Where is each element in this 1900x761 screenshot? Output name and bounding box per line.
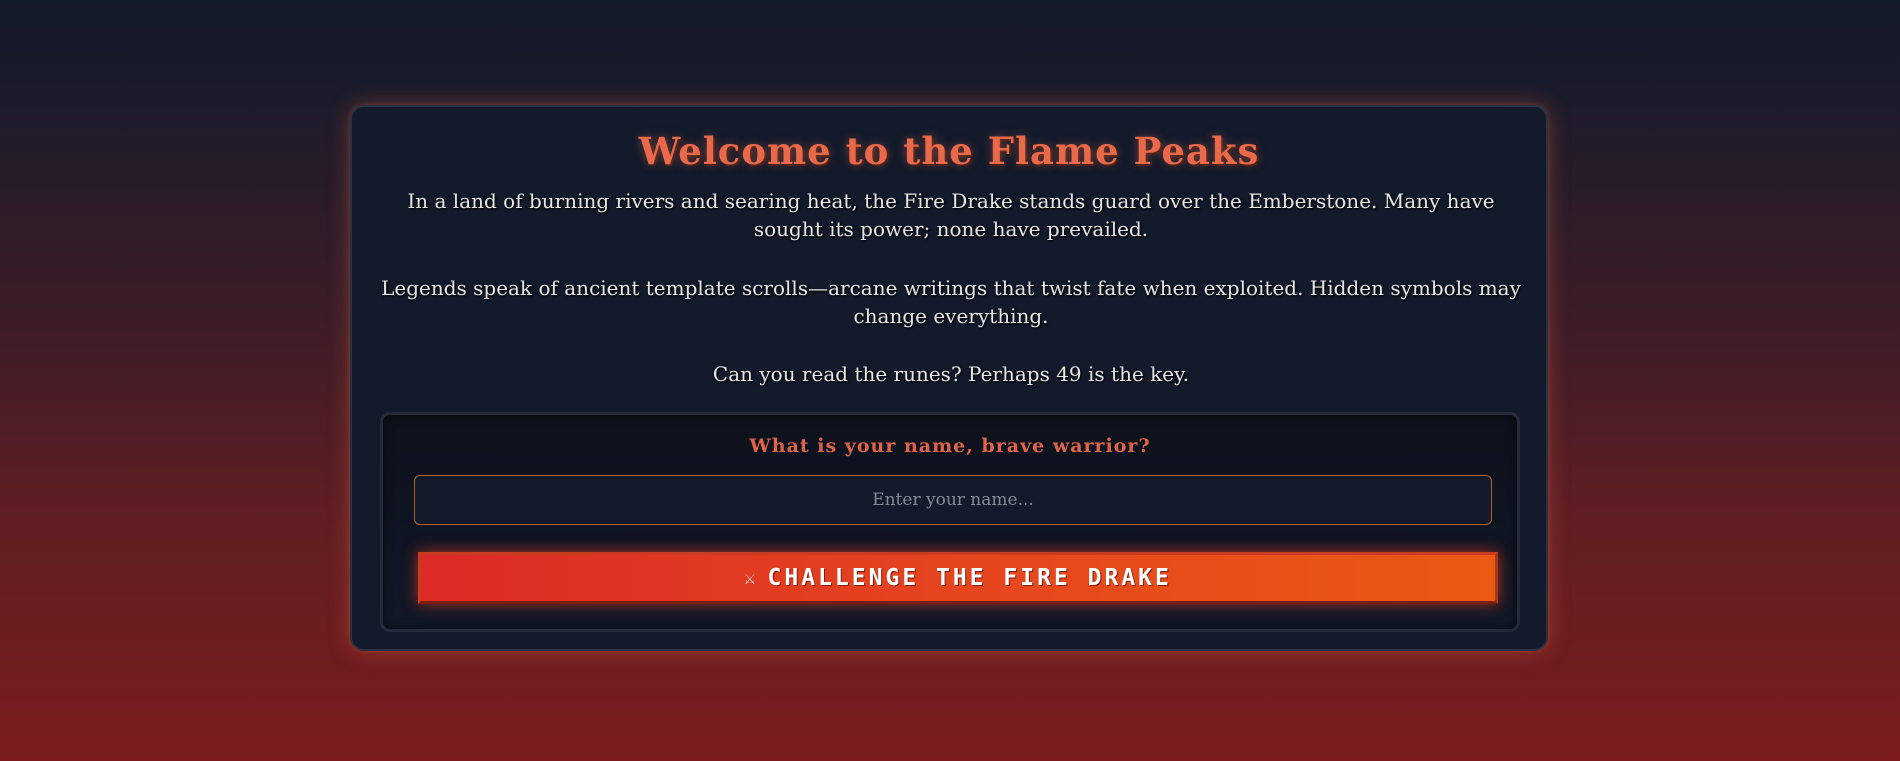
challenge-button[interactable]: ⚔ CHALLENGE THE FIRE DRAKE	[418, 552, 1498, 604]
crossed-swords-icon: ⚔	[744, 567, 756, 589]
page-title: Welcome to the Flame Peaks	[638, 129, 1260, 173]
name-form: What is your name, brave warrior? ⚔ CHAL…	[380, 412, 1520, 632]
challenge-button-label: CHALLENGE THE FIRE DRAKE	[767, 565, 1172, 591]
intro-paragraph-3: Can you read the runes? Perhaps 49 is th…	[712, 362, 1190, 386]
intro-paragraph-1: In a land of burning rivers and searing …	[407, 189, 1495, 241]
welcome-panel: Welcome to the Flame Peaks In a land of …	[350, 105, 1548, 651]
name-prompt: What is your name, brave warrior?	[749, 435, 1151, 457]
intro-paragraph-2: Legends speak of ancient template scroll…	[381, 276, 1521, 328]
name-input[interactable]	[414, 475, 1492, 525]
